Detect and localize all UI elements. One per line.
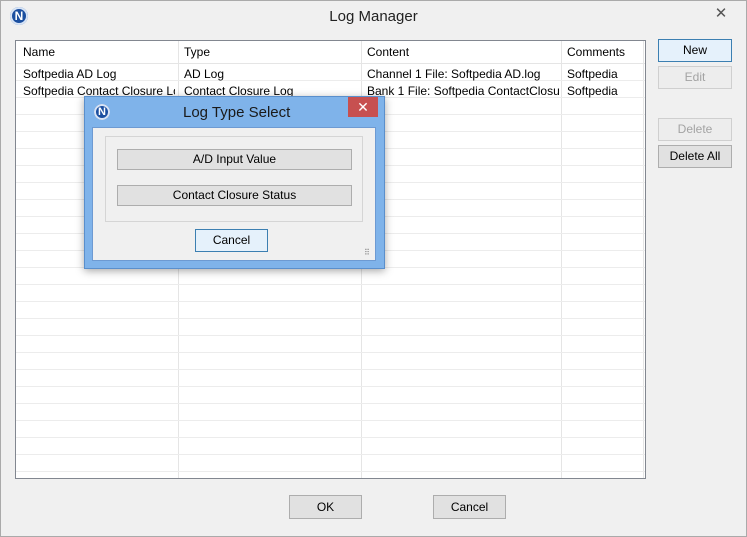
cell-name: Softpedia AD Log — [23, 67, 117, 81]
row-line — [16, 454, 645, 455]
dialog-title: Log Type Select — [183, 104, 291, 121]
list-header: Name Type Content Comments — [16, 41, 645, 64]
column-divider — [643, 41, 644, 478]
log-type-group: A/D Input Value Contact Closure Status — [105, 136, 363, 222]
dialog-app-icon: N — [94, 104, 110, 120]
cell-content: Channel 1 File: Softpedia AD.log — [367, 67, 541, 81]
cell-comments: Softpedia — [567, 67, 618, 81]
column-divider — [561, 41, 562, 478]
cell-comments: Softpedia — [567, 84, 618, 98]
row-line — [16, 403, 645, 404]
header-content[interactable]: Content — [367, 44, 409, 60]
header-name[interactable]: Name — [23, 44, 55, 60]
row-line — [16, 335, 645, 336]
ok-button[interactable]: OK — [289, 495, 362, 519]
row-line — [16, 386, 645, 387]
row-line — [16, 318, 645, 319]
dialog-body: A/D Input Value Contact Closure Status C… — [92, 127, 376, 261]
row-line — [16, 471, 645, 472]
dialog-close-icon[interactable]: ✕ — [348, 97, 378, 117]
row-line — [16, 352, 645, 353]
row-line — [16, 369, 645, 370]
new-button[interactable]: New — [658, 39, 732, 62]
header-comments[interactable]: Comments — [567, 44, 625, 60]
header-type[interactable]: Type — [184, 44, 210, 60]
row-line — [16, 301, 645, 302]
close-icon[interactable]: ✕ — [706, 4, 736, 24]
cell-type: AD Log — [184, 67, 225, 81]
ad-input-value-button[interactable]: A/D Input Value — [117, 149, 352, 170]
dialog-cancel-button[interactable]: Cancel — [195, 229, 268, 252]
title-bar[interactable]: N Log Manager ✕ — [1, 1, 746, 32]
cancel-button[interactable]: Cancel — [433, 495, 506, 519]
row-line — [16, 420, 645, 421]
window-title: Log Manager — [329, 8, 418, 25]
cell-content: Bank 1 File: Softpedia ContactClosur... — [367, 84, 559, 98]
row-line — [16, 437, 645, 438]
log-type-select-dialog: N Log Type Select ✕ A/D Input Value Cont… — [84, 96, 385, 269]
edit-button[interactable]: Edit — [658, 66, 732, 89]
contact-closure-status-button[interactable]: Contact Closure Status — [117, 185, 352, 206]
resize-grip-icon[interactable]: ⠿ — [364, 249, 372, 257]
row-line — [16, 284, 645, 285]
dialog-title-bar[interactable]: N Log Type Select ✕ — [85, 97, 384, 127]
delete-all-button[interactable]: Delete All — [658, 145, 732, 168]
delete-button[interactable]: Delete — [658, 118, 732, 141]
